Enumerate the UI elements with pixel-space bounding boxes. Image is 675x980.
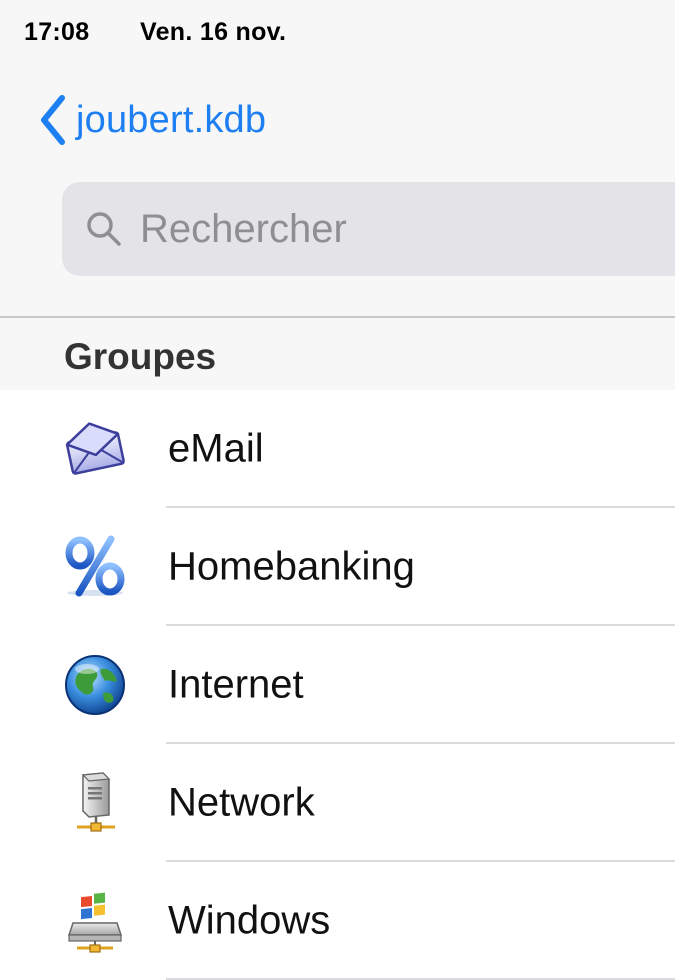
windows-drive-icon: [63, 889, 127, 953]
groups-list: eMail Homebanking Internet Network Windo…: [0, 390, 675, 980]
group-row-email[interactable]: eMail: [0, 390, 675, 508]
status-time: 17:08: [24, 18, 90, 46]
search-bar[interactable]: [62, 182, 675, 276]
group-row-internet[interactable]: Internet: [0, 626, 675, 744]
globe-icon: [63, 653, 127, 717]
status-bar: 17:08 Ven. 16 nov.: [0, 0, 675, 70]
header-divider: [0, 316, 675, 318]
status-date: Ven. 16 nov.: [140, 18, 287, 46]
envelope-icon: [63, 417, 127, 481]
group-label: Internet: [168, 662, 304, 707]
search-icon: [84, 209, 124, 249]
percent-icon: [63, 535, 127, 599]
search-input[interactable]: [138, 205, 622, 253]
group-row-windows[interactable]: Windows: [0, 862, 675, 980]
chevron-left-icon: [38, 92, 68, 148]
group-label: Windows: [168, 898, 331, 943]
group-label: Homebanking: [168, 544, 415, 589]
group-row-homebanking[interactable]: Homebanking: [0, 508, 675, 626]
group-label: eMail: [168, 426, 264, 471]
group-label: Network: [168, 780, 315, 825]
network-server-icon: [63, 771, 127, 835]
back-button[interactable]: joubert.kdb: [38, 92, 266, 148]
back-button-label: joubert.kdb: [76, 98, 267, 141]
group-row-network[interactable]: Network: [0, 744, 675, 862]
section-header-groups: Groupes: [64, 336, 217, 377]
